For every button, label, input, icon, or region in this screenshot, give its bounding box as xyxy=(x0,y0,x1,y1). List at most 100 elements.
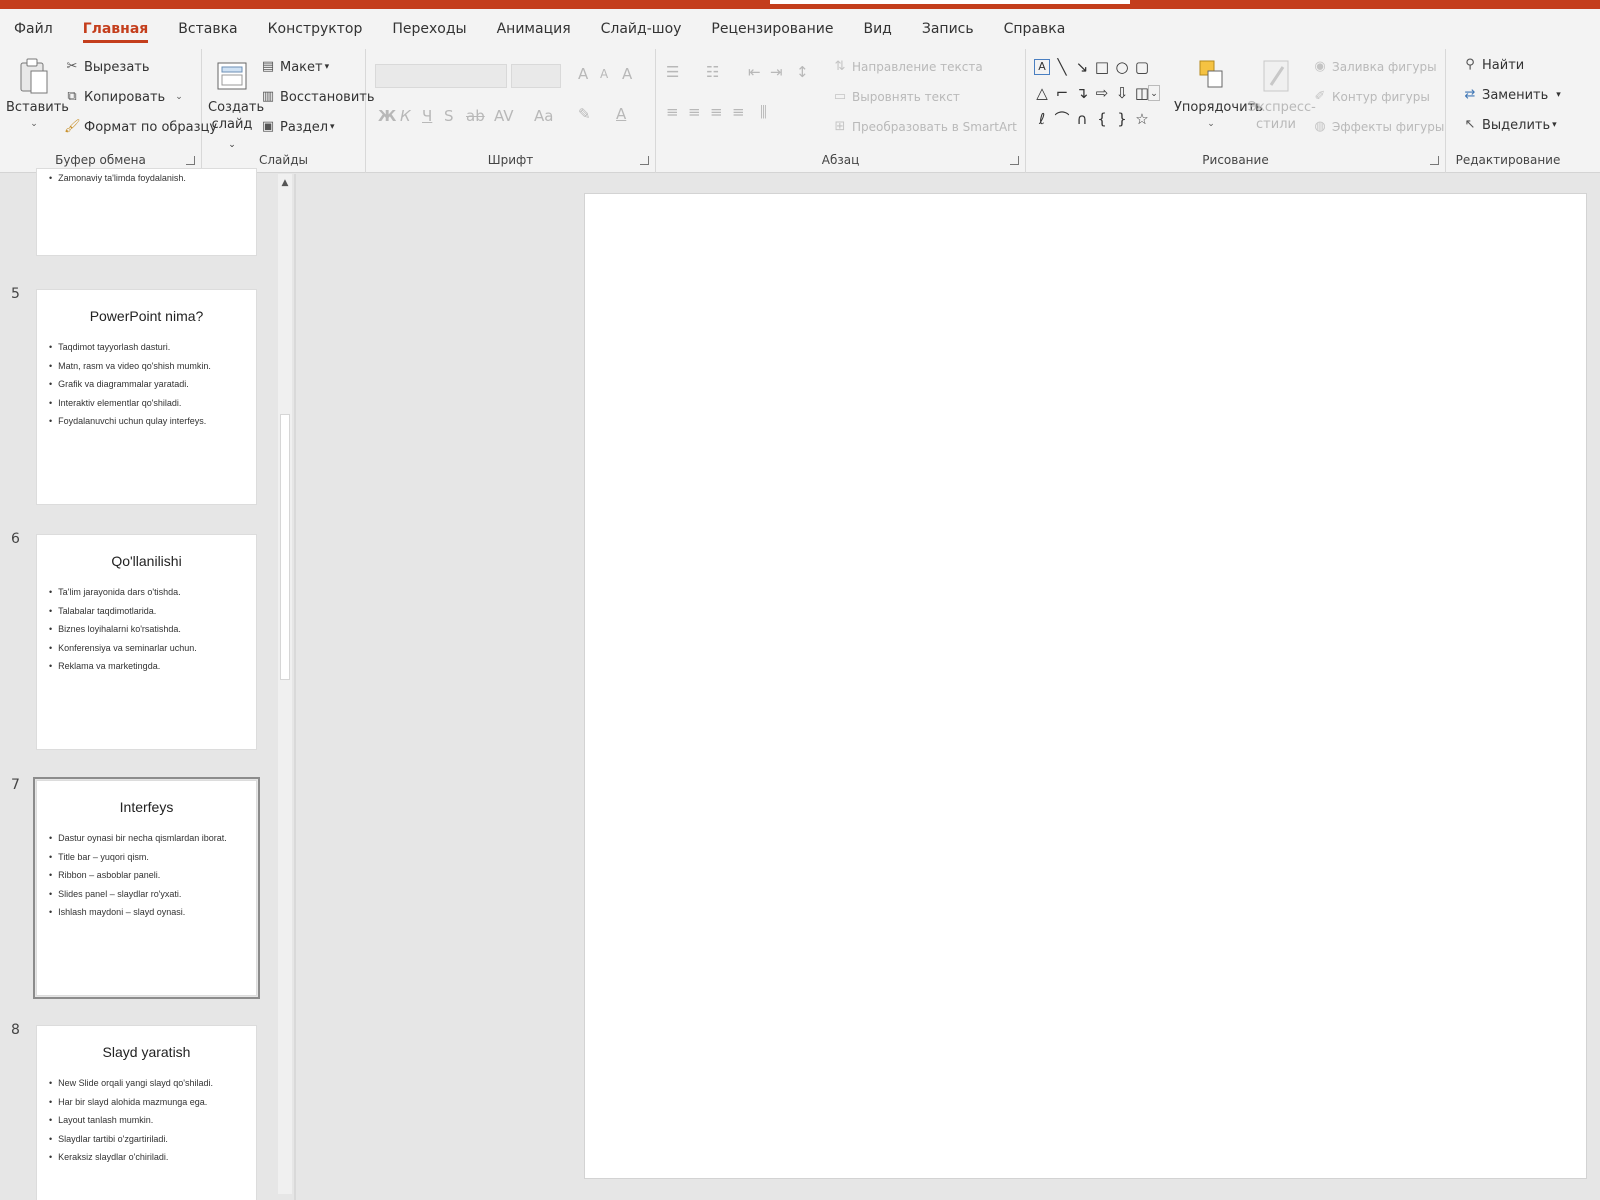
layout-button[interactable]: ▤ Макет ▾ xyxy=(260,59,329,75)
scrollbar-thumb[interactable] xyxy=(280,414,290,680)
font-size-field[interactable] xyxy=(511,64,561,88)
align-text-button[interactable]: ▭ Выровнять текст xyxy=(832,89,960,105)
select-button[interactable]: ↖ Выделить ▾ xyxy=(1462,117,1557,133)
new-slide-button[interactable]: Создать слайд ⌄ xyxy=(208,57,264,154)
gallery-more-icon[interactable]: ⌄ xyxy=(1148,85,1160,101)
star-shape-icon[interactable]: ☆ xyxy=(1134,111,1150,127)
slide-thumbnail-6[interactable]: Qo'llanilishi Ta'lim jarayonida dars o't… xyxy=(36,534,257,750)
font-color-icon[interactable]: A xyxy=(616,105,626,123)
slide-thumbnail-4[interactable]: Zamonaviy ta'limda foydalanish. xyxy=(36,168,257,256)
highlight-icon[interactable]: ✎ xyxy=(578,105,591,123)
clipboard-launcher-icon[interactable] xyxy=(186,156,195,165)
cut-label: Вырезать xyxy=(84,59,150,75)
shape-effects-button[interactable]: ◍ Эффекты фигуры xyxy=(1312,119,1444,135)
quick-styles-button[interactable]: Экспресс- стили xyxy=(1248,57,1316,133)
tab-design[interactable]: Конструктор xyxy=(268,9,363,49)
arrow-line-shape-icon[interactable]: ↘ xyxy=(1074,59,1090,75)
tab-file[interactable]: Файл xyxy=(14,9,53,49)
slide-bullet: Ribbon – asboblar paneli. xyxy=(49,866,256,885)
grow-font-icon[interactable]: A xyxy=(578,65,588,83)
shrink-font-icon[interactable]: A xyxy=(600,67,608,81)
slide-bullet: Konferensiya va seminarlar uchun. xyxy=(49,639,256,658)
scroll-up-arrow-icon[interactable]: ▲ xyxy=(280,178,290,188)
shape-outline-button[interactable]: ✐ Контур фигуры xyxy=(1312,89,1430,105)
freeform-shape-icon[interactable]: ℓ xyxy=(1034,111,1050,127)
change-case-button[interactable]: Aa xyxy=(534,107,553,125)
shapes-gallery[interactable]: A ╲ ↘ □ ○ ▢ △ ⌐ ↴ ⇨ ⇩ ◫ ℓ ⌒ ∩ { } ☆ ⌄ xyxy=(1034,57,1160,133)
new-slide-label-2: слайд ⌄ xyxy=(211,117,253,150)
numbering-icon[interactable]: ☷ xyxy=(706,63,719,81)
slide-number: 8 xyxy=(11,1022,20,1038)
copy-button[interactable]: ⧉ Копировать ⌄ xyxy=(64,89,183,105)
justify-icon[interactable]: ≡ xyxy=(732,103,745,121)
paragraph-launcher-icon[interactable] xyxy=(1010,156,1019,165)
cut-button[interactable]: ✂ Вырезать xyxy=(64,59,150,75)
italic-button[interactable]: К xyxy=(400,107,411,125)
text-direction-button[interactable]: ⇅ Направление текста xyxy=(832,59,983,75)
section-label: Раздел xyxy=(280,119,329,135)
slide-bullet: Title bar – yuqori qism. xyxy=(49,848,256,867)
paste-button[interactable]: Вставить ⌄ xyxy=(6,57,69,133)
rounded-rect-shape-icon[interactable]: ▢ xyxy=(1134,59,1150,75)
tab-animations[interactable]: Анимация xyxy=(497,9,571,49)
align-left-icon[interactable]: ≡ xyxy=(666,103,679,121)
slide-bullet: Taqdimot tayyorlash dasturi. xyxy=(49,338,256,357)
columns-icon[interactable]: ⫼ xyxy=(760,103,767,121)
bold-button[interactable]: Ж xyxy=(378,107,396,125)
slide-canvas[interactable] xyxy=(584,193,1587,1179)
shape-fill-button[interactable]: ◉ Заливка фигуры xyxy=(1312,59,1436,75)
section-button[interactable]: ▣ Раздел ▾ xyxy=(260,119,335,135)
tab-view[interactable]: Вид xyxy=(863,9,891,49)
arrange-button[interactable]: Упорядочить ⌄ xyxy=(1174,57,1263,133)
line-spacing-icon[interactable]: ↕ xyxy=(796,63,809,81)
tab-slideshow[interactable]: Слайд-шоу xyxy=(601,9,682,49)
curve-shape-icon[interactable]: ∩ xyxy=(1074,111,1090,127)
underline-button[interactable]: Ч xyxy=(422,107,432,125)
bullets-icon[interactable]: ☰ xyxy=(666,63,679,81)
curved-connector-shape-icon[interactable]: ↴ xyxy=(1074,85,1090,101)
find-button[interactable]: ⚲ Найти xyxy=(1462,57,1524,73)
tab-home[interactable]: Главная xyxy=(82,9,148,49)
format-painter-button[interactable]: 🖌 Формат по образцу xyxy=(64,119,217,135)
copy-chevron-icon[interactable]: ⌄ xyxy=(175,92,183,102)
smartart-button[interactable]: ⊞ Преобразовать в SmartArt xyxy=(832,119,1017,135)
slide-thumbnail-5[interactable]: PowerPoint nima? Taqdimot tayyorlash das… xyxy=(36,289,257,505)
triangle-shape-icon[interactable]: △ xyxy=(1034,85,1050,101)
title-bar-highlight xyxy=(770,0,1130,4)
right-arrow-shape-icon[interactable]: ⇨ xyxy=(1094,85,1110,101)
slide-thumbnail-7-selected[interactable]: Interfeys Dastur oynasi bir necha qismla… xyxy=(33,777,260,999)
down-arrow-shape-icon[interactable]: ⇩ xyxy=(1114,85,1130,101)
tab-help[interactable]: Справка xyxy=(1004,9,1066,49)
font-name-field[interactable] xyxy=(375,64,507,88)
tab-transitions[interactable]: Переходы xyxy=(392,9,466,49)
char-spacing-button[interactable]: AV xyxy=(494,107,514,125)
rectangle-shape-icon[interactable]: □ xyxy=(1094,59,1110,75)
clear-format-icon[interactable]: A xyxy=(622,65,632,83)
increase-indent-icon[interactable]: ⇥ xyxy=(770,63,783,81)
align-right-icon[interactable]: ≡ xyxy=(710,103,723,121)
replace-icon: ⇄ xyxy=(1464,87,1476,102)
tab-insert[interactable]: Вставка xyxy=(178,9,237,49)
arc-shape-icon[interactable]: ⌒ xyxy=(1054,111,1070,127)
strikethrough-button[interactable]: ab xyxy=(466,107,485,125)
left-brace-shape-icon[interactable]: { xyxy=(1094,111,1110,127)
replace-button[interactable]: ⇄ Заменить ▾ xyxy=(1462,87,1561,103)
shadow-button[interactable]: S xyxy=(444,107,454,125)
slide-thumbnail-8[interactable]: Slayd yaratish New Slide orqali yangi sl… xyxy=(36,1025,257,1200)
right-brace-shape-icon[interactable]: } xyxy=(1114,111,1130,127)
font-launcher-icon[interactable] xyxy=(640,156,649,165)
slides-panel[interactable]: Zamonaviy ta'limda foydalanish. 5 PowerP… xyxy=(0,168,296,1200)
decrease-indent-icon[interactable]: ⇤ xyxy=(748,63,761,81)
tab-review[interactable]: Рецензирование xyxy=(711,9,833,49)
replace-chevron-icon[interactable]: ▾ xyxy=(1556,90,1561,100)
oval-shape-icon[interactable]: ○ xyxy=(1114,59,1130,75)
paint-bucket-icon: ◉ xyxy=(1314,59,1326,74)
align-center-icon[interactable]: ≡ xyxy=(688,103,701,121)
drawing-launcher-icon[interactable] xyxy=(1430,156,1439,165)
reset-button[interactable]: ▥ Восстановить xyxy=(260,89,375,105)
slides-panel-scrollbar[interactable]: ▲ xyxy=(278,174,292,1194)
line-shape-icon[interactable]: ╲ xyxy=(1054,59,1070,75)
tab-record[interactable]: Запись xyxy=(922,9,974,49)
elbow-connector-shape-icon[interactable]: ⌐ xyxy=(1054,85,1070,101)
textbox-shape-icon[interactable]: A xyxy=(1034,59,1050,75)
